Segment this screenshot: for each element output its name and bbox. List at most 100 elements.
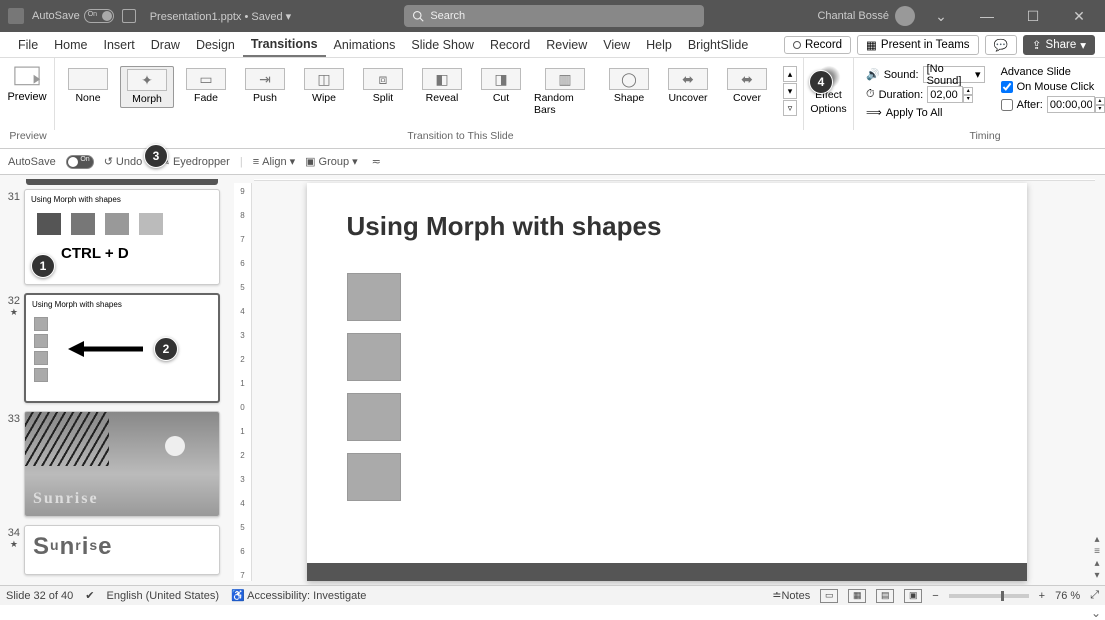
- transition-reveal[interactable]: ◧Reveal: [415, 66, 469, 106]
- slide-counter[interactable]: Slide 32 of 40: [6, 590, 73, 602]
- gallery-up-icon[interactable]: ▴: [783, 66, 797, 82]
- thumbnail-slide-33[interactable]: Sunrise: [24, 411, 220, 517]
- zoom-out-button[interactable]: −: [932, 590, 938, 602]
- shape-rect-2[interactable]: [347, 333, 401, 381]
- sound-combo[interactable]: [No Sound]▾: [923, 66, 985, 83]
- transition-morph[interactable]: ✦Morph: [120, 66, 174, 108]
- thumb-number-32: 32: [8, 295, 20, 307]
- zoom-slider[interactable]: [949, 594, 1029, 598]
- qat-overflow-button[interactable]: ≂: [372, 155, 381, 168]
- accessibility-status[interactable]: Accessibility: Investigate: [247, 590, 366, 602]
- scroll-up-icon[interactable]: ▴: [1094, 535, 1099, 545]
- shape-rect-3[interactable]: [347, 393, 401, 441]
- ribbon-display-button[interactable]: ⌄: [921, 0, 961, 32]
- eyedropper-button[interactable]: ✎Eyedropper: [161, 155, 230, 168]
- transition-split[interactable]: ⧈Split: [356, 66, 410, 106]
- menu-animations[interactable]: Animations: [326, 34, 404, 56]
- shape-rect-4[interactable]: [347, 453, 401, 501]
- transition-fade[interactable]: ▭Fade: [179, 66, 233, 106]
- language-status[interactable]: English (United States): [107, 590, 220, 602]
- spinner-down-icon[interactable]: ▾: [963, 95, 973, 103]
- spellcheck-icon[interactable]: ✔: [85, 589, 94, 602]
- menu-home[interactable]: Home: [46, 34, 95, 56]
- eyedropper-label: Eyedropper: [173, 156, 230, 168]
- group-button[interactable]: ▣Group▾: [305, 155, 358, 168]
- autosave-toggle-title[interactable]: AutoSave On: [32, 9, 114, 23]
- thumb31-title: Using Morph with shapes: [25, 190, 219, 209]
- menu-draw[interactable]: Draw: [143, 34, 188, 56]
- align-icon: ≡: [253, 156, 259, 168]
- sorter-view-button[interactable]: ▦: [848, 589, 866, 603]
- slide-thumbnail-panel[interactable]: 31 Using Morph with shapes CTRL + D 1 32…: [0, 175, 224, 585]
- qat-autosave-toggle[interactable]: On: [66, 155, 94, 169]
- thumbnail-slide-31[interactable]: Using Morph with shapes CTRL + D 1: [24, 189, 220, 285]
- align-button[interactable]: ≡Align▾: [253, 155, 295, 168]
- close-button[interactable]: ✕: [1059, 0, 1099, 32]
- menu-view[interactable]: View: [595, 34, 638, 56]
- chevron-down-icon: ▾: [975, 68, 981, 81]
- menu-review[interactable]: Review: [538, 34, 595, 56]
- on-mouse-click-checkbox[interactable]: [1001, 81, 1013, 93]
- transition-gallery-nav[interactable]: ▴ ▾ ▿: [783, 66, 797, 116]
- vertical-ruler[interactable]: 987654321012345678: [234, 183, 252, 581]
- record-button[interactable]: Record: [784, 36, 851, 54]
- after-spinner[interactable]: ▴▾: [1047, 96, 1105, 113]
- ribbon-group-labels: Preview Transition to This Slide Timing …: [0, 130, 1105, 148]
- transition-cut[interactable]: ◨Cut: [474, 66, 528, 106]
- notes-button[interactable]: Notes: [781, 590, 810, 602]
- search-box[interactable]: Search: [404, 5, 704, 27]
- document-title[interactable]: Presentation1.pptx • Saved ▾: [150, 10, 291, 23]
- spinner-down-icon[interactable]: ▾: [1095, 105, 1105, 113]
- slide-title[interactable]: Using Morph with shapes: [307, 183, 1027, 252]
- prev-slide-icon[interactable]: ▴: [1094, 559, 1099, 569]
- fit-to-window-button[interactable]: ⤢: [1090, 589, 1099, 602]
- slide-shapes[interactable]: [347, 273, 401, 501]
- collapse-ribbon-button[interactable]: ⌄: [1091, 606, 1101, 620]
- thumb-number-33: 33: [8, 413, 20, 425]
- preview-button[interactable]: Preview: [4, 62, 50, 103]
- minimize-button[interactable]: ―: [967, 0, 1007, 32]
- spinner-up-icon[interactable]: ▴: [963, 87, 973, 95]
- present-teams-button[interactable]: ▦Present in Teams: [857, 35, 979, 55]
- shape-rect-1[interactable]: [347, 273, 401, 321]
- share-button[interactable]: ⇪Share▾: [1023, 35, 1095, 55]
- transition-cover[interactable]: ⬌Cover: [720, 66, 774, 106]
- after-checkbox[interactable]: [1001, 99, 1013, 111]
- duration-input[interactable]: [927, 86, 963, 103]
- zoom-level[interactable]: 76 %: [1055, 590, 1080, 602]
- menu-design[interactable]: Design: [188, 34, 243, 56]
- slideshow-view-button[interactable]: ▣: [904, 589, 922, 603]
- menu-insert[interactable]: Insert: [96, 34, 143, 56]
- after-input[interactable]: [1047, 96, 1095, 113]
- comments-button[interactable]: 💬: [985, 35, 1017, 55]
- zoom-in-button[interactable]: +: [1039, 590, 1045, 602]
- thumbnail-slide-32[interactable]: Using Morph with shapes 2: [24, 293, 220, 403]
- menu-slideshow[interactable]: Slide Show: [403, 34, 482, 56]
- transition-wipe[interactable]: ◫Wipe: [297, 66, 351, 106]
- user-account[interactable]: Chantal Bossé: [817, 6, 915, 26]
- menu-transitions[interactable]: Transitions: [243, 33, 326, 57]
- menu-file[interactable]: File: [10, 34, 46, 56]
- gallery-more-icon[interactable]: ▿: [783, 100, 797, 116]
- transition-uncover[interactable]: ⬌Uncover: [661, 66, 715, 106]
- apply-to-all-button[interactable]: ⟹ Apply To All: [866, 106, 985, 119]
- transition-shape[interactable]: ◯Shape: [602, 66, 656, 106]
- current-slide[interactable]: Using Morph with shapes: [307, 183, 1027, 581]
- transition-randombars[interactable]: ▥Random Bars: [533, 66, 597, 118]
- save-icon[interactable]: [122, 9, 136, 23]
- slide-canvas[interactable]: Using Morph with shapes: [252, 181, 1089, 585]
- normal-view-button[interactable]: ▭: [820, 589, 838, 603]
- maximize-button[interactable]: ☐: [1013, 0, 1053, 32]
- next-slide-icon[interactable]: ▾: [1094, 571, 1099, 581]
- transition-push[interactable]: ⇥Push: [238, 66, 292, 106]
- duration-spinner[interactable]: ▴▾: [927, 86, 973, 103]
- menu-record[interactable]: Record: [482, 34, 538, 56]
- slide-nav-scroll: ▴ ≡ ▴ ▾: [1089, 181, 1105, 585]
- thumbnail-slide-34[interactable]: Sunrise: [24, 525, 220, 575]
- menu-brightslide[interactable]: BrightSlide: [680, 34, 756, 56]
- transition-none[interactable]: None: [61, 66, 115, 106]
- reading-view-button[interactable]: ▤: [876, 589, 894, 603]
- spinner-up-icon[interactable]: ▴: [1095, 97, 1105, 105]
- menu-help[interactable]: Help: [638, 34, 680, 56]
- gallery-down-icon[interactable]: ▾: [783, 83, 797, 99]
